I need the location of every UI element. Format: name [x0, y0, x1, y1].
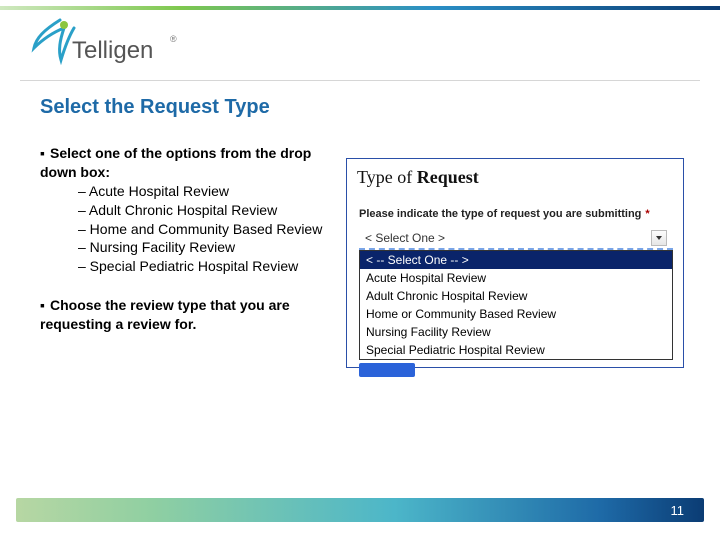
- option-line: – Home and Community Based Review: [40, 220, 332, 239]
- heading-part-b: Request: [417, 167, 479, 187]
- embedded-screenshot: Type of Request Please indicate the type…: [346, 158, 684, 368]
- top-accent-bar: [0, 6, 720, 10]
- lead2-text: Choose the review type that you are requ…: [40, 297, 290, 332]
- body-text: ▪Select one of the options from the drop…: [40, 144, 332, 334]
- brand-name-text: Telligen: [72, 37, 153, 64]
- brand-reg-text: ®: [170, 34, 177, 44]
- dropdown-option[interactable]: Adult Chronic Hospital Review: [360, 287, 672, 305]
- option-line: – Acute Hospital Review: [40, 182, 332, 201]
- slide-title: Select the Request Type: [40, 96, 270, 119]
- required-star-icon: *: [641, 208, 649, 220]
- prompt-text: Please indicate the type of request you …: [359, 208, 641, 220]
- dropdown-option[interactable]: < -- Select One -- >: [360, 251, 672, 269]
- screenshot-heading: Type of Request: [347, 159, 683, 192]
- bullet-icon: ▪: [40, 144, 50, 163]
- chevron-down-icon[interactable]: [651, 230, 667, 246]
- dropdown-option[interactable]: Acute Hospital Review: [360, 269, 672, 287]
- lead2-line: ▪Choose the review type that you are req…: [40, 296, 332, 334]
- dropdown-option[interactable]: Nursing Facility Review: [360, 323, 672, 341]
- lead-text: Select one of the options from the drop …: [40, 145, 311, 180]
- dropdown-option[interactable]: Home or Community Based Review: [360, 305, 672, 323]
- slide-root: Telligen ® Select the Request Type ▪Sele…: [0, 0, 720, 540]
- request-type-select[interactable]: < Select One >: [359, 228, 673, 250]
- option-line: – Special Pediatric Hospital Review: [40, 257, 332, 276]
- heading-part-a: Type of: [357, 167, 417, 187]
- request-type-dropdown[interactable]: < -- Select One -- > Acute Hospital Revi…: [359, 250, 673, 360]
- screenshot-prompt: Please indicate the type of request you …: [347, 192, 683, 224]
- footer-accent-bar: [16, 498, 704, 522]
- page-number: 11: [671, 503, 685, 518]
- header-underline: [20, 80, 700, 81]
- dropdown-option[interactable]: Special Pediatric Hospital Review: [360, 341, 672, 359]
- select-value: < Select One >: [365, 231, 445, 245]
- telligen-logo-svg: Telligen ®: [24, 16, 184, 76]
- bullet-icon: ▪: [40, 296, 50, 315]
- button-hint: [359, 363, 415, 377]
- option-line: – Nursing Facility Review: [40, 238, 332, 257]
- lead-line: ▪Select one of the options from the drop…: [40, 145, 311, 180]
- brand-logo: Telligen ®: [24, 16, 184, 76]
- option-line: – Adult Chronic Hospital Review: [40, 201, 332, 220]
